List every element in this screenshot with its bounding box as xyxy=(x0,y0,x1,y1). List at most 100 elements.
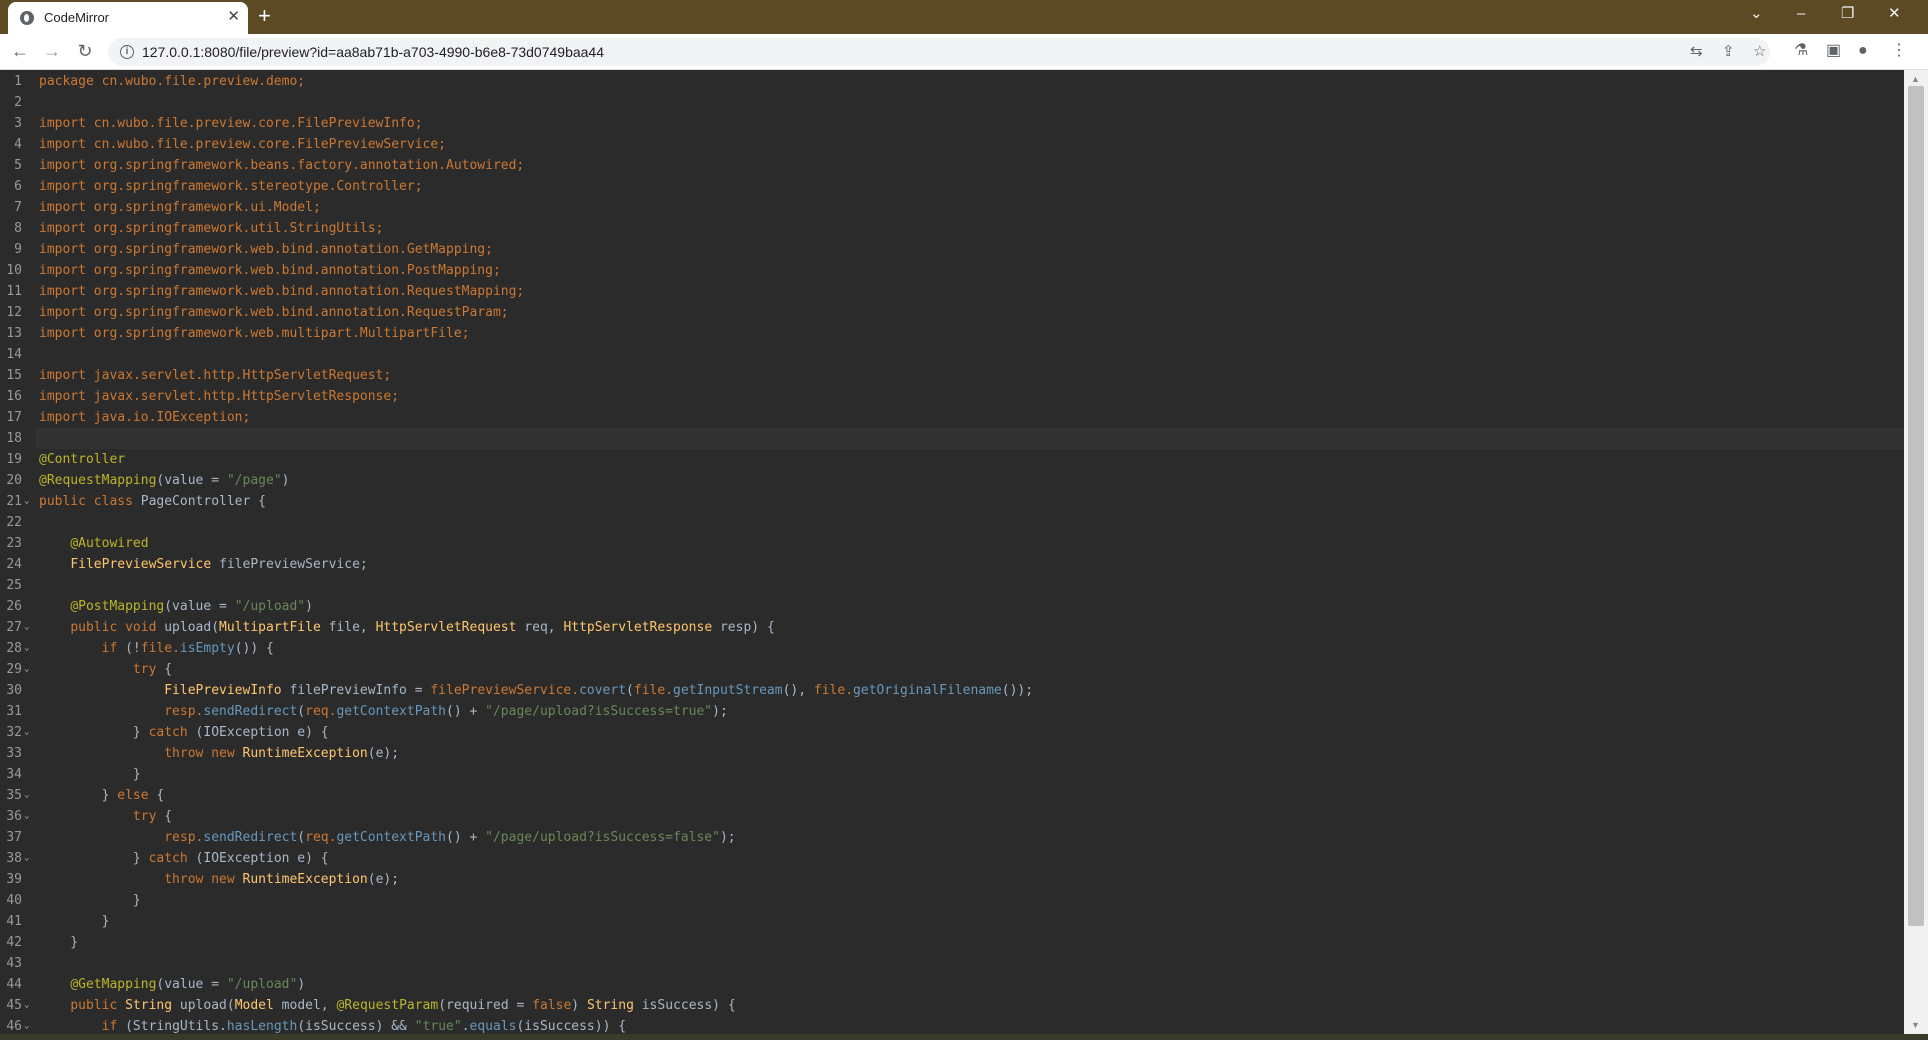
code-line[interactable]: import javax.servlet.http.HttpServletRes… xyxy=(39,386,399,407)
code-token: catch xyxy=(148,851,196,866)
gutter-line: 23 xyxy=(0,533,36,554)
fold-toggle-icon[interactable]: ⌄ xyxy=(24,727,29,737)
code-token: file. xyxy=(813,683,854,698)
minimize-button[interactable]: – xyxy=(1797,4,1805,24)
fold-toggle-icon[interactable]: ⌄ xyxy=(24,811,29,821)
code-line[interactable]: } xyxy=(39,911,110,932)
code-token: public class xyxy=(39,494,141,509)
code-line[interactable]: @PostMapping(value = "/upload") xyxy=(39,596,313,617)
code-line[interactable]: import org.springframework.web.bind.anno… xyxy=(39,260,501,281)
code-line[interactable]: if (StringUtils.hasLength(isSuccess) && … xyxy=(39,1016,626,1034)
code-line[interactable]: public String upload(Model model, @Reque… xyxy=(39,995,735,1016)
back-arrow-icon[interactable]: ← xyxy=(8,40,32,62)
gutter-line: 30 xyxy=(0,680,36,701)
tab-search-icon[interactable]: ⌄ xyxy=(1750,4,1763,24)
code-line[interactable]: @GetMapping(value = "/upload") xyxy=(39,974,305,995)
code-line[interactable]: } catch (IOException e) { xyxy=(39,848,329,869)
bookmark-star-icon[interactable]: ☆ xyxy=(1753,43,1766,61)
code-line[interactable]: public class PageController { xyxy=(39,491,266,512)
code-line[interactable]: package cn.wubo.file.preview.demo; xyxy=(39,71,305,92)
code-token: getInputStream xyxy=(673,683,783,698)
close-window-button[interactable]: ✕ xyxy=(1888,4,1901,24)
code-line[interactable]: resp.sendRedirect(req.getContextPath() +… xyxy=(39,827,736,848)
code-line[interactable]: } catch (IOException e) { xyxy=(39,722,329,743)
more-menu-icon[interactable]: ⋮ xyxy=(1891,41,1907,61)
address-bar[interactable]: i 127.0.0.1:8080/file/preview?id=aa8ab71… xyxy=(108,38,1770,66)
code-line[interactable]: import cn.wubo.file.preview.core.FilePre… xyxy=(39,113,423,134)
code-line[interactable]: import org.springframework.web.multipart… xyxy=(39,323,469,344)
line-number: 34 xyxy=(6,767,22,782)
code-line[interactable]: public void upload(MultipartFile file, H… xyxy=(39,617,774,638)
code-token: ); xyxy=(719,830,736,845)
extensions-icon[interactable]: ⚗ xyxy=(1794,41,1808,61)
code-token: ()) { xyxy=(234,641,274,656)
fold-toggle-icon[interactable]: ⌄ xyxy=(24,1000,29,1010)
code-line[interactable]: import org.springframework.web.bind.anno… xyxy=(39,239,493,260)
scrollbar-thumb[interactable] xyxy=(1908,86,1924,926)
translate-icon[interactable]: ⇆ xyxy=(1690,43,1703,61)
code-line[interactable]: throw new RuntimeException(e); xyxy=(39,743,399,764)
fold-toggle-icon[interactable]: ⌄ xyxy=(24,1021,29,1031)
code-line[interactable]: import cn.wubo.file.preview.core.FilePre… xyxy=(39,134,446,155)
url-text[interactable]: 127.0.0.1:8080/file/preview?id=aa8ab71b-… xyxy=(142,44,604,60)
code-line[interactable]: import org.springframework.ui.Model; xyxy=(39,197,321,218)
reload-icon[interactable]: ↻ xyxy=(73,40,97,62)
side-panel-icon[interactable]: ▣ xyxy=(1826,41,1841,61)
close-tab-icon[interactable]: ✕ xyxy=(227,8,240,26)
line-number: 14 xyxy=(6,347,22,362)
gutter-line: 35 ⌄ xyxy=(0,785,36,806)
line-number: 11 xyxy=(6,284,22,299)
code-line[interactable]: import org.springframework.web.bind.anno… xyxy=(39,281,524,302)
code-token: ); xyxy=(712,704,728,719)
scroll-up-arrow-icon[interactable]: ▲ xyxy=(1911,74,1920,84)
gutter-line: 44 xyxy=(0,974,36,995)
code-token: org.springframework.web.bind.annotation.… xyxy=(93,263,501,278)
browser-tab[interactable]: CodeMirror ✕ xyxy=(8,2,248,34)
code-token: @RequestMapping xyxy=(39,473,157,488)
share-icon[interactable]: ⇪ xyxy=(1722,43,1735,61)
fold-toggle-icon[interactable]: ⌄ xyxy=(24,853,29,863)
restore-button[interactable]: ❐ xyxy=(1841,4,1854,24)
fold-toggle-icon[interactable]: ⌄ xyxy=(24,496,29,506)
forward-arrow-icon[interactable]: → xyxy=(40,40,64,62)
fold-toggle-icon[interactable]: ⌄ xyxy=(24,643,29,653)
code-line[interactable]: @Autowired xyxy=(39,533,148,554)
code-line[interactable]: resp.sendRedirect(req.getContextPath() +… xyxy=(39,701,728,722)
code-line[interactable]: @Controller xyxy=(39,449,125,470)
fold-toggle-icon[interactable]: ⌄ xyxy=(24,664,29,674)
code-line[interactable]: if (!file.isEmpty()) { xyxy=(39,638,274,659)
code-line[interactable]: import org.springframework.util.StringUt… xyxy=(39,218,383,239)
code-line[interactable]: } else { xyxy=(39,785,165,806)
code-line[interactable]: import org.springframework.stereotype.Co… xyxy=(39,176,423,197)
code-line[interactable]: @RequestMapping(value = "/page") xyxy=(39,470,289,491)
scroll-down-arrow-icon[interactable]: ▼ xyxy=(1911,1020,1920,1030)
code-line[interactable]: } xyxy=(39,890,141,911)
code-line[interactable]: import javax.servlet.http.HttpServletReq… xyxy=(39,365,391,386)
fold-toggle-icon[interactable]: ⌄ xyxy=(24,622,29,632)
new-tab-button[interactable]: + xyxy=(258,4,271,28)
fold-toggle-icon[interactable]: ⌄ xyxy=(24,790,29,800)
code-line[interactable]: } xyxy=(39,764,141,785)
code-line[interactable]: throw new RuntimeException(e); xyxy=(39,869,399,890)
gutter-line: 20 xyxy=(0,470,36,491)
code-token: import xyxy=(39,410,94,425)
code-token: try xyxy=(132,809,165,824)
code-token: (! xyxy=(125,641,141,656)
code-token: } xyxy=(39,767,141,782)
info-icon[interactable]: i xyxy=(120,45,134,59)
code-line[interactable]: try { xyxy=(39,659,172,680)
code-line[interactable]: } xyxy=(39,932,78,953)
code-token: FilePreviewService xyxy=(70,557,220,572)
code-line[interactable]: import java.io.IOException; xyxy=(39,407,250,428)
code-editor[interactable]: 1 package cn.wubo.file.preview.demo; 2 3 imp… xyxy=(0,70,1904,1034)
vertical-scrollbar[interactable]: ▲ ▼ xyxy=(1904,70,1928,1034)
line-number: 12 xyxy=(6,305,22,320)
code-line[interactable]: import org.springframework.web.bind.anno… xyxy=(39,302,509,323)
code-line[interactable]: FilePreviewService filePreviewService; xyxy=(39,554,367,575)
taskbar-edge xyxy=(0,1034,1928,1040)
code-token: { xyxy=(164,809,173,824)
code-line[interactable]: import org.springframework.beans.factory… xyxy=(39,155,524,176)
code-line[interactable]: try { xyxy=(39,806,172,827)
code-line[interactable]: FilePreviewInfo filePreviewInfo = filePr… xyxy=(39,680,1033,701)
profile-avatar-icon[interactable]: ● xyxy=(1858,41,1868,61)
